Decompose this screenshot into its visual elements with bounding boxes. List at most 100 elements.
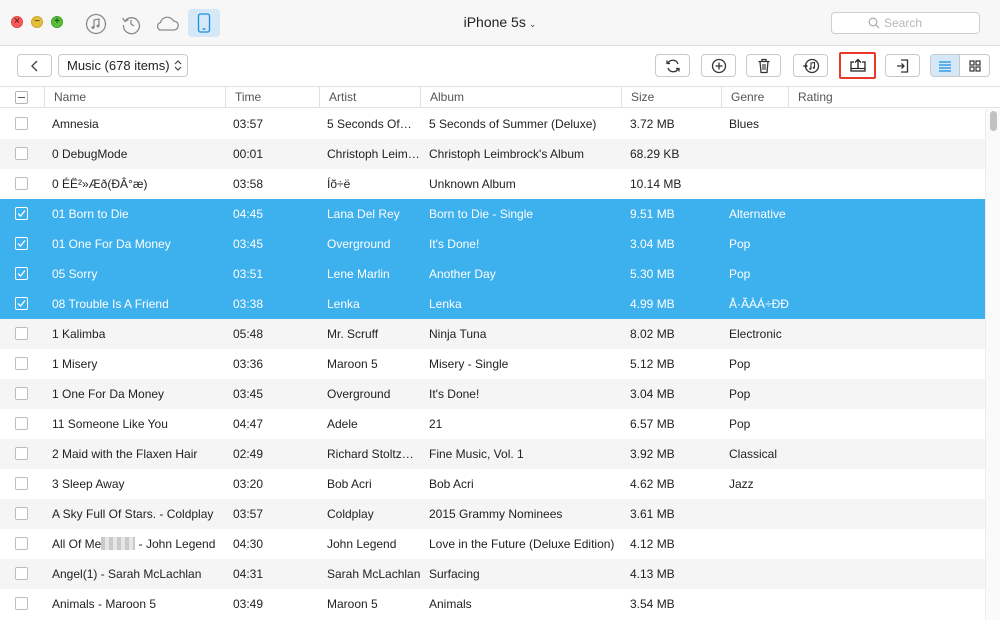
row-checkbox[interactable]: [15, 507, 28, 520]
phone-icon[interactable]: [188, 9, 220, 37]
table-row[interactable]: 0 DebugMode 00:01 Christoph Leim… Christoph…: [0, 139, 985, 169]
cell-rating[interactable]: [797, 379, 947, 409]
row-checkbox[interactable]: [15, 147, 28, 160]
row-checkbox[interactable]: [15, 117, 28, 130]
device-title: iPhone 5s: [463, 14, 526, 30]
row-checkbox[interactable]: [15, 237, 28, 250]
cell-rating[interactable]: [797, 529, 947, 559]
column-header-name[interactable]: Name: [44, 87, 226, 107]
table-row[interactable]: 01 Born to Die 04:45 Lana Del Rey Born to D…: [0, 199, 985, 229]
cell-rating[interactable]: [797, 259, 947, 289]
cell-rating[interactable]: [797, 319, 947, 349]
cell-rating[interactable]: [797, 559, 947, 589]
row-checkbox[interactable]: [15, 567, 28, 580]
restore-icon[interactable]: [118, 11, 144, 37]
list-view-button[interactable]: [931, 55, 961, 76]
table-row[interactable]: 1 Kalimba 05:48 Mr. Scruff Ninja Tuna 8.02 M…: [0, 319, 985, 349]
add-button[interactable]: [701, 54, 736, 77]
cell-album: Lenka: [429, 297, 462, 311]
refresh-button[interactable]: [655, 54, 690, 77]
cell-artist: Íõ÷ë: [327, 177, 351, 191]
grid-view-button[interactable]: [960, 55, 989, 76]
table-row[interactable]: 01 One For Da Money 03:45 Overground It's D…: [0, 229, 985, 259]
row-checkbox[interactable]: [15, 537, 28, 550]
vertical-scrollbar[interactable]: [985, 109, 1000, 620]
chevron-down-icon: ⌄: [528, 19, 537, 29]
redacted-text: [101, 537, 136, 550]
column-header-time[interactable]: Time: [225, 87, 320, 107]
view-toggle: [930, 54, 990, 77]
row-checkbox[interactable]: [15, 207, 28, 220]
cell-name: All Of Me - John Legend: [52, 529, 225, 559]
table-row[interactable]: Amnesia 03:57 5 Seconds Of… 5 Seconds of Su…: [0, 109, 985, 139]
delete-button[interactable]: [746, 54, 781, 77]
column-header-size[interactable]: Size: [621, 87, 722, 107]
category-select[interactable]: Music (678 items): [58, 54, 188, 77]
window-maximize-button[interactable]: +: [51, 16, 63, 28]
search-input[interactable]: [884, 15, 974, 31]
cell-album: Born to Die - Single: [429, 207, 534, 221]
cell-rating[interactable]: [797, 289, 947, 319]
table-row[interactable]: 11 Someone Like You 04:47 Adele 21 6.57 MB Po…: [0, 409, 985, 439]
cell-name: 01 One For Da Money: [52, 229, 225, 259]
row-checkbox[interactable]: [15, 447, 28, 460]
cell-name: 2 Maid with the Flaxen Hair: [52, 439, 225, 469]
to-itunes-button[interactable]: [793, 54, 828, 77]
row-checkbox[interactable]: [15, 267, 28, 280]
table-row[interactable]: Angel(1) - Sarah McLachlan 04:31 Sarah McL…: [0, 559, 985, 589]
cell-rating[interactable]: [797, 469, 947, 499]
cell-artist: Overground: [327, 387, 391, 401]
table-row[interactable]: 05 Sorry 03:51 Lene Marlin Another Day 5.30 …: [0, 259, 985, 289]
table-row[interactable]: 08 Trouble Is A Friend 03:38 Lenka Lenka 4.9…: [0, 289, 985, 319]
cell-size: 10.14 MB: [630, 177, 682, 191]
cell-name: Angel(1) - Sarah McLachlan: [52, 559, 225, 589]
cell-rating[interactable]: [797, 349, 947, 379]
cell-album: 5 Seconds of Summer (Deluxe): [429, 117, 597, 131]
row-checkbox[interactable]: [15, 387, 28, 400]
cell-album: Another Day: [429, 267, 496, 281]
row-checkbox[interactable]: [15, 417, 28, 430]
row-checkbox[interactable]: [15, 327, 28, 340]
select-all-checkbox[interactable]: [15, 91, 28, 104]
cell-rating[interactable]: [797, 409, 947, 439]
column-header-genre[interactable]: Genre: [721, 87, 789, 107]
table-row[interactable]: 1 Misery 03:36 Maroon 5 Misery - Single 5.12…: [0, 349, 985, 379]
column-header-rating[interactable]: Rating: [788, 87, 1000, 107]
import-button[interactable]: [885, 54, 920, 77]
row-checkbox[interactable]: [15, 597, 28, 610]
table-row[interactable]: A Sky Full Of Stars. - Coldplay 03:57 Cold…: [0, 499, 985, 529]
table-row[interactable]: Animals - Maroon 5 03:49 Maroon 5 Animals 3.…: [0, 589, 985, 619]
cell-rating[interactable]: [797, 499, 947, 529]
music-note-icon[interactable]: [83, 11, 109, 37]
cell-size: 5.30 MB: [630, 267, 675, 281]
table-row[interactable]: 2 Maid with the Flaxen Hair 02:49 Richard …: [0, 439, 985, 469]
add-icon: [711, 58, 726, 73]
row-checkbox[interactable]: [15, 477, 28, 490]
row-checkbox[interactable]: [15, 297, 28, 310]
cell-rating[interactable]: [797, 139, 947, 169]
cell-size: 8.02 MB: [630, 327, 675, 341]
table-row[interactable]: 0 ÉË²»Æð(ÐÂ°æ) 03:58 Íõ÷ë Unknown Album 10.1…: [0, 169, 985, 199]
export-to-computer-button[interactable]: [839, 52, 876, 79]
back-button[interactable]: [17, 54, 52, 77]
cell-rating[interactable]: [797, 229, 947, 259]
cell-rating[interactable]: [797, 199, 947, 229]
cell-rating[interactable]: [797, 589, 947, 619]
row-checkbox[interactable]: [15, 177, 28, 190]
search-box[interactable]: [831, 12, 980, 34]
column-header-artist[interactable]: Artist: [319, 87, 421, 107]
row-checkbox[interactable]: [15, 357, 28, 370]
window-minimize-button[interactable]: −: [31, 16, 43, 28]
table-row[interactable]: 3 Sleep Away 03:20 Bob Acri Bob Acri 4.62 MB…: [0, 469, 985, 499]
cell-rating[interactable]: [797, 439, 947, 469]
table-header: Name Time Artist Album Size Genre Rating: [0, 86, 1000, 108]
icloud-icon[interactable]: [154, 11, 180, 37]
scrollbar-thumb[interactable]: [990, 111, 997, 131]
table-row[interactable]: All Of Me - John Legend 04:30 John Legend L…: [0, 529, 985, 559]
window-close-button[interactable]: ×: [11, 16, 23, 28]
cell-rating[interactable]: [797, 169, 947, 199]
table-row[interactable]: 1 One For Da Money 03:45 Overground It's Do…: [0, 379, 985, 409]
column-header-album[interactable]: Album: [420, 87, 622, 107]
cell-rating[interactable]: [797, 109, 947, 139]
device-selector[interactable]: iPhone 5s ⌄: [450, 14, 550, 30]
